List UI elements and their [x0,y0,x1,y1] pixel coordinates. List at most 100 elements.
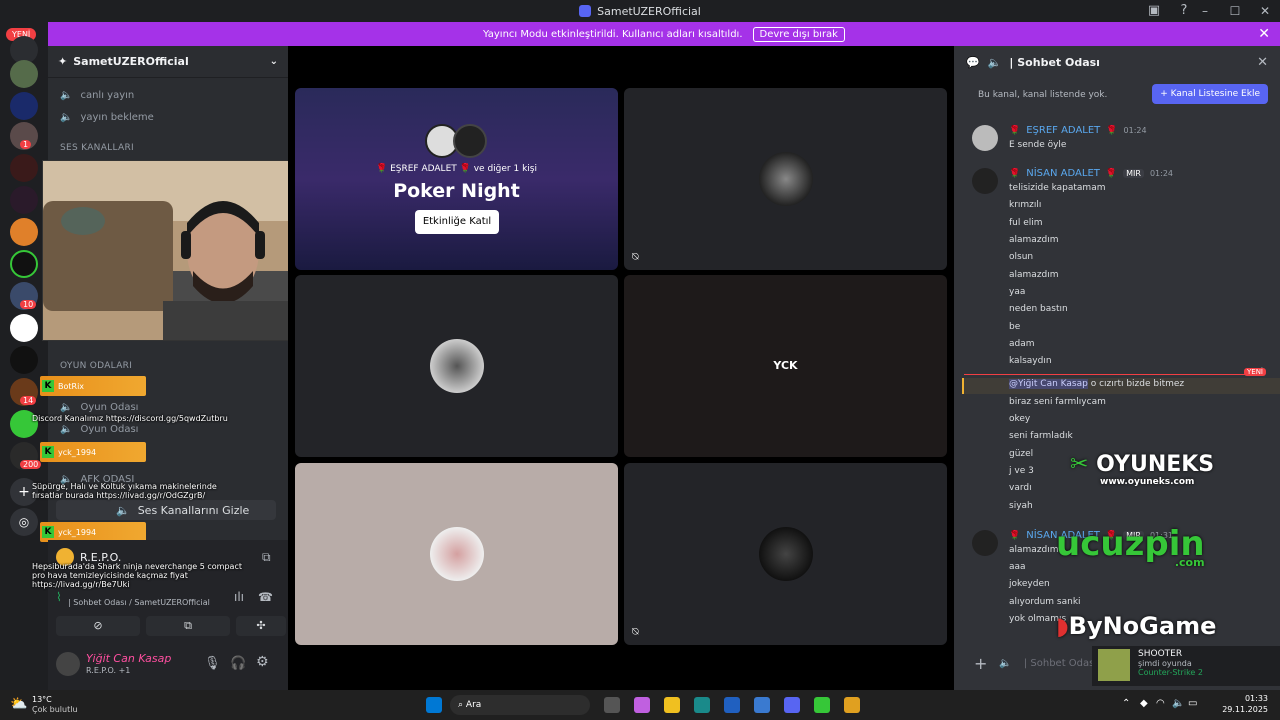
weather-desc: Çok bulutlu [32,705,78,714]
window-title: SametUZEROfficial [597,4,701,18]
task-view-icon[interactable] [604,697,620,713]
connection-icon[interactable]: ⌇ [56,590,62,604]
message-line: krımzılı [1009,200,1042,210]
new-messages-pill: YENİ [1244,368,1266,376]
add-attachment-icon[interactable]: + [974,654,987,673]
chat-overlay-tag: Kyck_1994 [40,522,146,542]
hide-voice-channels[interactable]: 🔈 Ses Kanallarını Gizle [56,500,276,520]
message-text: o cızırtı bizde bitmez [1090,379,1185,389]
message-line: alamazdım [1009,545,1059,555]
close-chat-icon[interactable]: ✕ [1257,55,1268,70]
message-line: jokeyden [1009,579,1050,589]
tray-app-icon[interactable]: ◆ [1140,698,1148,709]
streamer-mode-banner: Yayıncı Modu etkinleştirildi. Kullanıcı … [48,22,1280,46]
edge-icon[interactable] [694,697,710,713]
channel-label: Oyun Odası [80,424,139,435]
channel-waiting[interactable]: 🔈 yayın bekleme [60,112,154,123]
maximize-button[interactable]: ☐ [1220,0,1250,22]
message-author[interactable]: 🌹 EŞREF ADALET 🌹 01:24 [1009,125,1147,136]
server-icon[interactable] [10,250,38,278]
server-icon[interactable] [10,154,38,182]
add-button-label: Kanal Listesine Ekle [1170,89,1260,99]
settings-gear-icon[interactable]: ⚙ [256,654,269,670]
category-voice[interactable]: SES KANALLARI [60,143,134,153]
soundboard-icon[interactable]: ılı [234,590,244,604]
screen-share-button[interactable]: ⧉ [146,616,230,636]
add-to-channel-list-button[interactable]: + Kanal Listesine Ekle [1152,84,1268,104]
host-name: EŞREF ADALET [390,164,457,174]
overlay-message: Hepsiburada'da Shark ninja neverchange 5… [32,562,242,589]
avatar[interactable] [972,168,998,194]
user-mention[interactable]: @Yiğit Can Kasap [1009,379,1088,389]
game-name: Counter-Strike 2 [1138,668,1203,677]
volume-icon[interactable]: 🔈 [1172,698,1184,709]
share-screen-icon[interactable]: ⧉ [262,550,271,565]
server-icon[interactable] [10,314,38,342]
discover-icon[interactable]: ◎ [10,508,38,536]
avatar[interactable] [972,530,998,556]
mic-muted-icon: ⍉ [632,625,639,638]
minimize-button[interactable]: – [1190,0,1220,22]
server-icon[interactable] [10,186,38,214]
message-author[interactable]: 🌹 NİSAN ADALET 🌹 MIR 01:24 [1009,168,1173,179]
battery-icon[interactable]: ▭ [1188,698,1197,709]
app-icon[interactable] [844,697,860,713]
tray-chevron-icon[interactable]: ⌃ [1122,698,1130,709]
server-icon[interactable] [10,346,38,374]
participant-tile[interactable] [295,275,618,457]
start-button-icon[interactable] [426,697,442,713]
oyuneks-logo-icon: ✂ [1070,452,1089,477]
server-icon[interactable] [10,92,38,120]
channel-game-room[interactable]: 🔈 Oyun Odası [60,402,138,413]
search-box[interactable]: ⌕ Ara [450,695,590,715]
avatar[interactable] [56,652,80,676]
activities-button[interactable]: ✣ [236,616,286,636]
channel-live[interactable]: 🔈 canlı yayın [60,90,134,101]
discord-icon[interactable] [784,697,800,713]
message-line: güzel [1009,449,1034,459]
category-game[interactable]: OYUN ODALARI [60,361,132,371]
participant-tile[interactable]: ⍉ [624,463,947,645]
banner-text: Yayıncı Modu etkinleştirildi. Kullanıcı … [483,28,743,40]
camera-off-button[interactable]: ⊘ [56,616,140,636]
now-playing-card[interactable]: SHOOTER şimdi oyunda Counter-Strike 2 [1092,646,1280,686]
message-line: @Yiğit Can Kasap o cızırtı bizde bitmez [1009,379,1184,389]
avatar[interactable] [972,125,998,151]
clock-date[interactable]: 29.11.2025 [1220,705,1268,714]
participant-tile[interactable]: YCK [624,275,947,457]
copilot-icon[interactable] [634,697,650,713]
chat-overlay-tag: Kyck_1994 [40,442,146,462]
close-window-button[interactable]: ✕ [1250,0,1280,22]
store-icon[interactable] [724,697,740,713]
message-line: be [1009,322,1021,332]
chat-channel-name: | Sohbet Odası [1009,55,1100,69]
file-explorer-icon[interactable] [664,697,680,713]
disconnect-icon[interactable]: ☎ [258,590,273,604]
participant-tile[interactable]: ⍉ [624,88,947,270]
channel-game-room[interactable]: 🔈 Oyun Odası [60,424,138,435]
chat-bubble-icon: 💬 [966,55,980,69]
server-header[interactable]: ✦ SametUZEROfficial ⌄ [48,46,288,78]
inbox-icon[interactable]: ▣ [1146,3,1162,19]
chat-input[interactable]: + 🔈 | Sohbet Odas [966,650,1096,676]
microphone-icon[interactable]: 🎙 [204,656,221,671]
channel-label: yayın bekleme [80,112,154,123]
activity-tile[interactable]: 🌹 EŞREF ADALET 🌹 ve diğer 1 kişi Poker N… [295,88,618,270]
clock-time[interactable]: 01:33 [1220,694,1268,703]
headphones-icon[interactable]: 🎧 [230,656,246,671]
participant-tile[interactable] [295,463,618,645]
activity-participants: 🌹 EŞREF ADALET 🌹 ve diğer 1 kişi [295,164,618,174]
role-tag: MIR [1123,169,1144,178]
message-line: alamazdım [1009,235,1059,245]
weather-icon[interactable]: ⛅ [10,696,27,712]
kick-app-icon[interactable] [814,697,830,713]
close-icon[interactable]: ✕ [1258,26,1270,42]
server-icon[interactable] [10,60,38,88]
server-icon[interactable] [10,218,38,246]
title-bar: SametUZEROfficial ▣ ? – ☐ ✕ [0,0,1280,22]
disable-streamer-mode-button[interactable]: Devre dışı bırak [752,26,845,42]
app-icon[interactable] [754,697,770,713]
wifi-icon[interactable]: ◠ [1156,698,1165,709]
chevron-down-icon[interactable]: ⌄ [270,56,278,67]
join-activity-button[interactable]: Etkinliğe Katıl [415,210,499,234]
